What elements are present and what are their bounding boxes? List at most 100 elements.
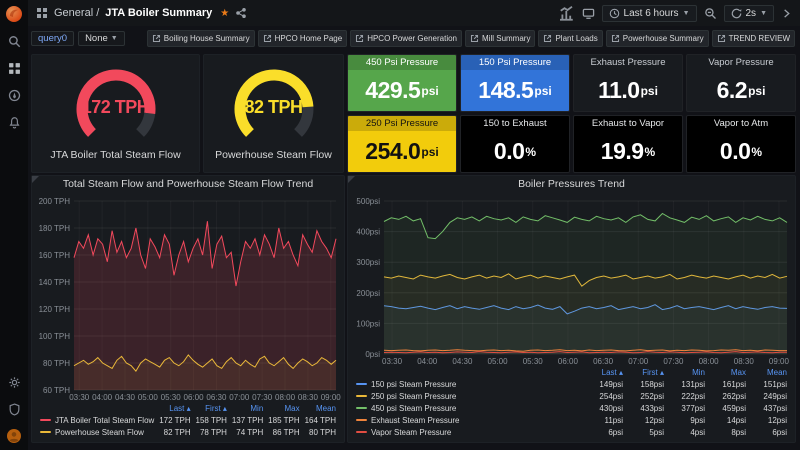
legend-series-toggle[interactable]: Powerhouse Steam Flow <box>38 427 156 439</box>
svg-text:500psi: 500psi <box>356 197 380 206</box>
dashboard-link[interactable]: Powerhouse Summary <box>605 29 709 47</box>
panel-title[interactable]: Total Steam Flow and Powerhouse Steam Fl… <box>32 176 344 193</box>
stat-value: 148.5 psi <box>478 77 552 103</box>
svg-text:03:30: 03:30 <box>69 393 90 402</box>
panel-links-corner[interactable] <box>348 176 355 183</box>
svg-text:08:30: 08:30 <box>298 393 319 402</box>
favorite-star-icon[interactable]: ★ <box>220 8 229 19</box>
svg-text:200psi: 200psi <box>356 289 380 298</box>
gauge-value: 82 TPH <box>244 97 303 117</box>
dashboard-link-label: Powerhouse Summary <box>622 33 704 43</box>
series-color-marker <box>356 418 367 421</box>
svg-text:140 TPH: 140 TPH <box>39 278 71 287</box>
dashboard-links: Boiling House Summary HPCO Home Page HPCO … <box>146 29 795 47</box>
legend-sort-header[interactable]: Min <box>229 403 265 415</box>
svg-text:160 TPH: 160 TPH <box>39 251 71 260</box>
search-icon[interactable] <box>5 32 23 50</box>
stat-panel: Vapor to Atm 0.0 % <box>686 115 796 173</box>
dashboard-link[interactable]: Mill Summary <box>465 29 536 47</box>
dashboards-grid-icon[interactable] <box>5 59 23 77</box>
legend-sort-header[interactable]: First ▴ <box>193 403 229 415</box>
svg-text:08:00: 08:00 <box>699 357 720 366</box>
svg-text:180 TPH: 180 TPH <box>39 224 71 233</box>
dashboard-link[interactable]: TREND REVIEW <box>711 29 795 47</box>
legend-sort-header[interactable]: Max <box>707 367 748 379</box>
svg-text:100 TPH: 100 TPH <box>39 332 71 341</box>
svg-text:08:30: 08:30 <box>734 357 755 366</box>
panel-title[interactable]: Boiler Pressures Trend <box>348 176 795 193</box>
panel-links-corner[interactable] <box>32 176 39 183</box>
dashboard-link[interactable]: HPCO Power Generation <box>350 29 463 47</box>
boiler-pressures-trend-chart[interactable]: 0psi 100psi 200psi 300psi 400psi 500psi 03:30 0… <box>348 193 795 367</box>
refresh-picker[interactable]: 2s ▼ <box>723 4 774 22</box>
dashboard-link[interactable]: HPCO Home Page <box>257 29 348 47</box>
settings-gear-icon[interactable] <box>5 373 23 391</box>
grafana-logo[interactable] <box>5 5 23 23</box>
chevron-down-icon: ▼ <box>682 9 690 17</box>
legend-series-toggle[interactable]: Vapor Steam Pressure <box>354 427 584 439</box>
svg-text:200 TPH: 200 TPH <box>39 197 71 206</box>
svg-text:07:30: 07:30 <box>252 393 273 402</box>
external-link-icon <box>611 34 619 42</box>
stat-title: Vapor to Atm <box>713 118 769 129</box>
stat-value: 429.5 psi <box>365 77 439 103</box>
stat-title: Vapor Pressure <box>708 57 774 68</box>
legend-series-toggle[interactable]: Exhaust Steam Pressure <box>354 415 584 427</box>
svg-text:300psi: 300psi <box>356 258 380 267</box>
legend-sort-header[interactable]: Max <box>265 403 301 415</box>
stat-value: 19.9 % <box>600 138 656 164</box>
legend-series-toggle[interactable]: 450 psi Steam Pressure <box>354 403 584 415</box>
series-color-marker <box>356 394 367 397</box>
alerting-bell-icon[interactable] <box>5 113 23 131</box>
panel-powerhouse-steam-flow-gauge: 82 TPH Powerhouse Steam Flow <box>203 54 344 173</box>
stat-value: 11.0 psi <box>598 77 658 103</box>
breadcrumb-folder[interactable]: General / <box>54 7 99 19</box>
variable-value-dropdown[interactable]: None ▼ <box>78 30 125 46</box>
variable-label-chip[interactable]: query0 <box>31 30 75 46</box>
steam-flow-trend-chart[interactable]: 60 TPH 80 TPH 100 TPH 120 TPH 140 TPH 160 TPH… <box>32 193 344 403</box>
gauge: 82 TPH <box>204 63 343 147</box>
legend-sort-header[interactable]: Mean <box>302 403 338 415</box>
legend-sort-header[interactable]: First ▴ <box>625 367 666 379</box>
series-color-marker <box>356 430 367 433</box>
dashboard-link[interactable]: Boiling House Summary <box>146 29 255 47</box>
legend-series-toggle[interactable]: 150 psi Steam Pressure <box>354 379 584 391</box>
legend-series-toggle[interactable]: JTA Boiler Total Steam Flow <box>38 415 156 427</box>
subbar: query0 None ▼ Boiling House Summary HPCO … <box>31 27 795 49</box>
time-range-picker[interactable]: Last 6 hours ▼ <box>601 4 697 22</box>
legend-sort-header[interactable]: Mean <box>748 367 789 379</box>
legend-row: 450 psi Steam Pressure 430psi 433psi 377psi… <box>354 403 789 415</box>
explore-compass-icon[interactable] <box>5 86 23 104</box>
variable-value: None <box>85 32 108 44</box>
dashboard-link[interactable]: Plant Loads <box>538 29 603 47</box>
stat-panel: Exhaust Pressure 11.0 psi <box>573 54 683 112</box>
chevron-down-icon: ▼ <box>110 34 118 42</box>
chevron-right-icon[interactable] <box>781 8 792 19</box>
stat-value: 254.0 psi <box>365 138 439 164</box>
grafana-logo-icon <box>6 6 22 22</box>
svg-text:07:00: 07:00 <box>628 357 649 366</box>
svg-text:06:00: 06:00 <box>558 357 579 366</box>
legend-sort-header[interactable]: Last ▴ <box>156 403 192 415</box>
series-color-marker <box>356 382 367 385</box>
external-link-icon <box>717 34 725 42</box>
svg-text:09:00: 09:00 <box>321 393 342 402</box>
svg-text:04:00: 04:00 <box>92 393 113 402</box>
stat-value: 0.0 % <box>719 138 763 164</box>
analytics-icon[interactable] <box>557 4 575 22</box>
user-avatar[interactable] <box>5 427 23 445</box>
zoom-out-icon[interactable] <box>704 7 717 20</box>
svg-text:03:30: 03:30 <box>382 357 403 366</box>
page-title: JTA Boiler Summary <box>105 7 213 19</box>
share-icon[interactable] <box>235 7 247 19</box>
legend-sort-header[interactable]: Min <box>666 367 707 379</box>
external-link-icon <box>263 34 271 42</box>
legend-sort-header[interactable]: Last ▴ <box>584 367 625 379</box>
legend-series-toggle[interactable]: 250 psi Steam Pressure <box>354 391 584 403</box>
external-link-icon <box>356 34 364 42</box>
stat-panel: Vapor Pressure 6.2 psi <box>686 54 796 112</box>
admin-shield-icon[interactable] <box>5 400 23 418</box>
tv-cycle-view-icon[interactable] <box>582 7 595 20</box>
svg-text:05:30: 05:30 <box>161 393 182 402</box>
dashboard-link-label: Mill Summary <box>482 33 531 43</box>
